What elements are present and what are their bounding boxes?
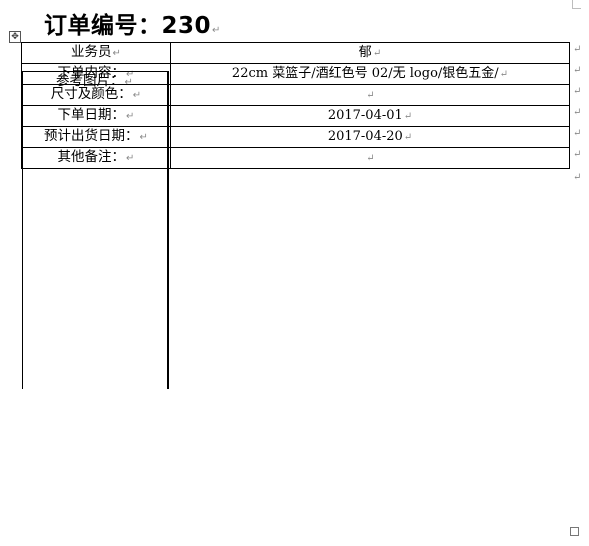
row-end-mark: ↵ — [573, 107, 582, 118]
order-number-title: 订单编号：230↵ — [44, 6, 221, 40]
row-end-mark: ↵ — [573, 172, 582, 183]
page-corner-marker — [572, 0, 581, 9]
value-remarks[interactable]: ↵ — [170, 147, 570, 169]
row-end-mark: ↵ — [573, 86, 582, 97]
table-row: 业务员↵ 郁↵ — [21, 42, 570, 64]
value-ship-date[interactable]: 2017-04-20↵ — [170, 126, 570, 148]
label-salesperson: 业务员↵ — [21, 42, 171, 64]
row-end-mark: ↵ — [573, 149, 582, 160]
row-end-mark: ↵ — [573, 44, 582, 55]
label-reference-photos: 参考图片：↵ — [21, 70, 168, 389]
value-order-date[interactable]: 2017-04-01↵ — [170, 105, 570, 127]
row-end-mark: ↵ — [573, 65, 582, 76]
table-row: 参考图片：↵ — [21, 70, 169, 389]
value-size-color[interactable]: ↵ — [170, 84, 570, 106]
value-order-content[interactable]: 22cm 菜篮子/酒红色号 02/无 logo/银色五金/↵ — [170, 63, 570, 85]
reference-photos-cell[interactable]: 002 — [166, 70, 169, 389]
order-number-text: 订单编号：230 — [44, 13, 212, 39]
paragraph-mark: ↵ — [212, 25, 221, 36]
table-resize-handle[interactable] — [570, 527, 579, 536]
row-end-mark: ↵ — [573, 128, 582, 139]
table-move-handle-icon[interactable]: ✥ — [9, 31, 21, 43]
order-form-table: 业务员↵ 郁↵ 下单内容：↵ 22cm 菜篮子/酒红色号 02/无 logo/银… — [21, 42, 570, 389]
value-salesperson[interactable]: 郁↵ — [170, 42, 570, 64]
